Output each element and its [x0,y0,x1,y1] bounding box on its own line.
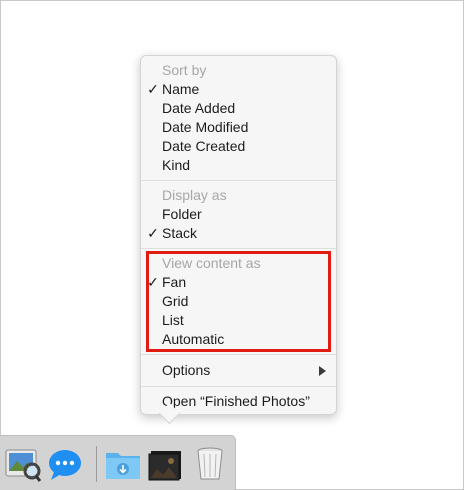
menu-separator [141,386,336,387]
menu-item-sort-date-created[interactable]: Date Created [141,137,336,156]
menu-item-label: Date Modified [162,119,249,135]
checkmark-icon: ✓ [147,81,159,97]
menu-item-display-folder[interactable]: Folder [141,205,336,224]
messages-app-icon[interactable] [46,445,84,483]
dock [0,435,236,490]
downloads-folder-icon[interactable] [104,445,142,483]
menu-item-label: Date Added [162,100,236,116]
menu-separator [141,180,336,181]
menu-item-sort-date-added[interactable]: Date Added [141,99,336,118]
menu-separator [141,248,336,249]
menu-item-options[interactable]: Options [141,361,336,380]
finished-photos-stack-icon[interactable] [147,445,185,483]
menu-separator [141,354,336,355]
display-as-header-label: Display as [162,187,227,203]
menu-item-label: Stack [162,225,198,241]
dock-divider [96,446,97,482]
trash-icon[interactable] [191,445,229,483]
menu-item-label: Name [162,81,200,97]
menu-item-label: Folder [162,206,202,222]
menu-item-sort-name[interactable]: ✓ Name [141,80,336,99]
preview-app-icon[interactable] [4,445,42,483]
menu-item-label: Date Created [162,138,246,154]
menu-item-label: Options [162,362,211,378]
annotation-highlight-box [146,251,331,352]
sort-by-header: Sort by [141,61,336,80]
menu-item-label: Open “Finished Photos” [162,393,310,409]
menu-item-sort-date-modified[interactable]: Date Modified [141,118,336,137]
menu-item-sort-kind[interactable]: Kind [141,156,336,175]
display-as-header: Display as [141,186,336,205]
menu-item-display-stack[interactable]: ✓ Stack [141,224,336,243]
sort-by-header-label: Sort by [162,62,207,78]
submenu-arrow-icon [319,366,326,376]
checkmark-icon: ✓ [147,225,159,241]
menu-item-label: Kind [162,157,191,173]
stack-context-menu: Sort by ✓ Name Date Added Date Modified … [140,55,337,415]
